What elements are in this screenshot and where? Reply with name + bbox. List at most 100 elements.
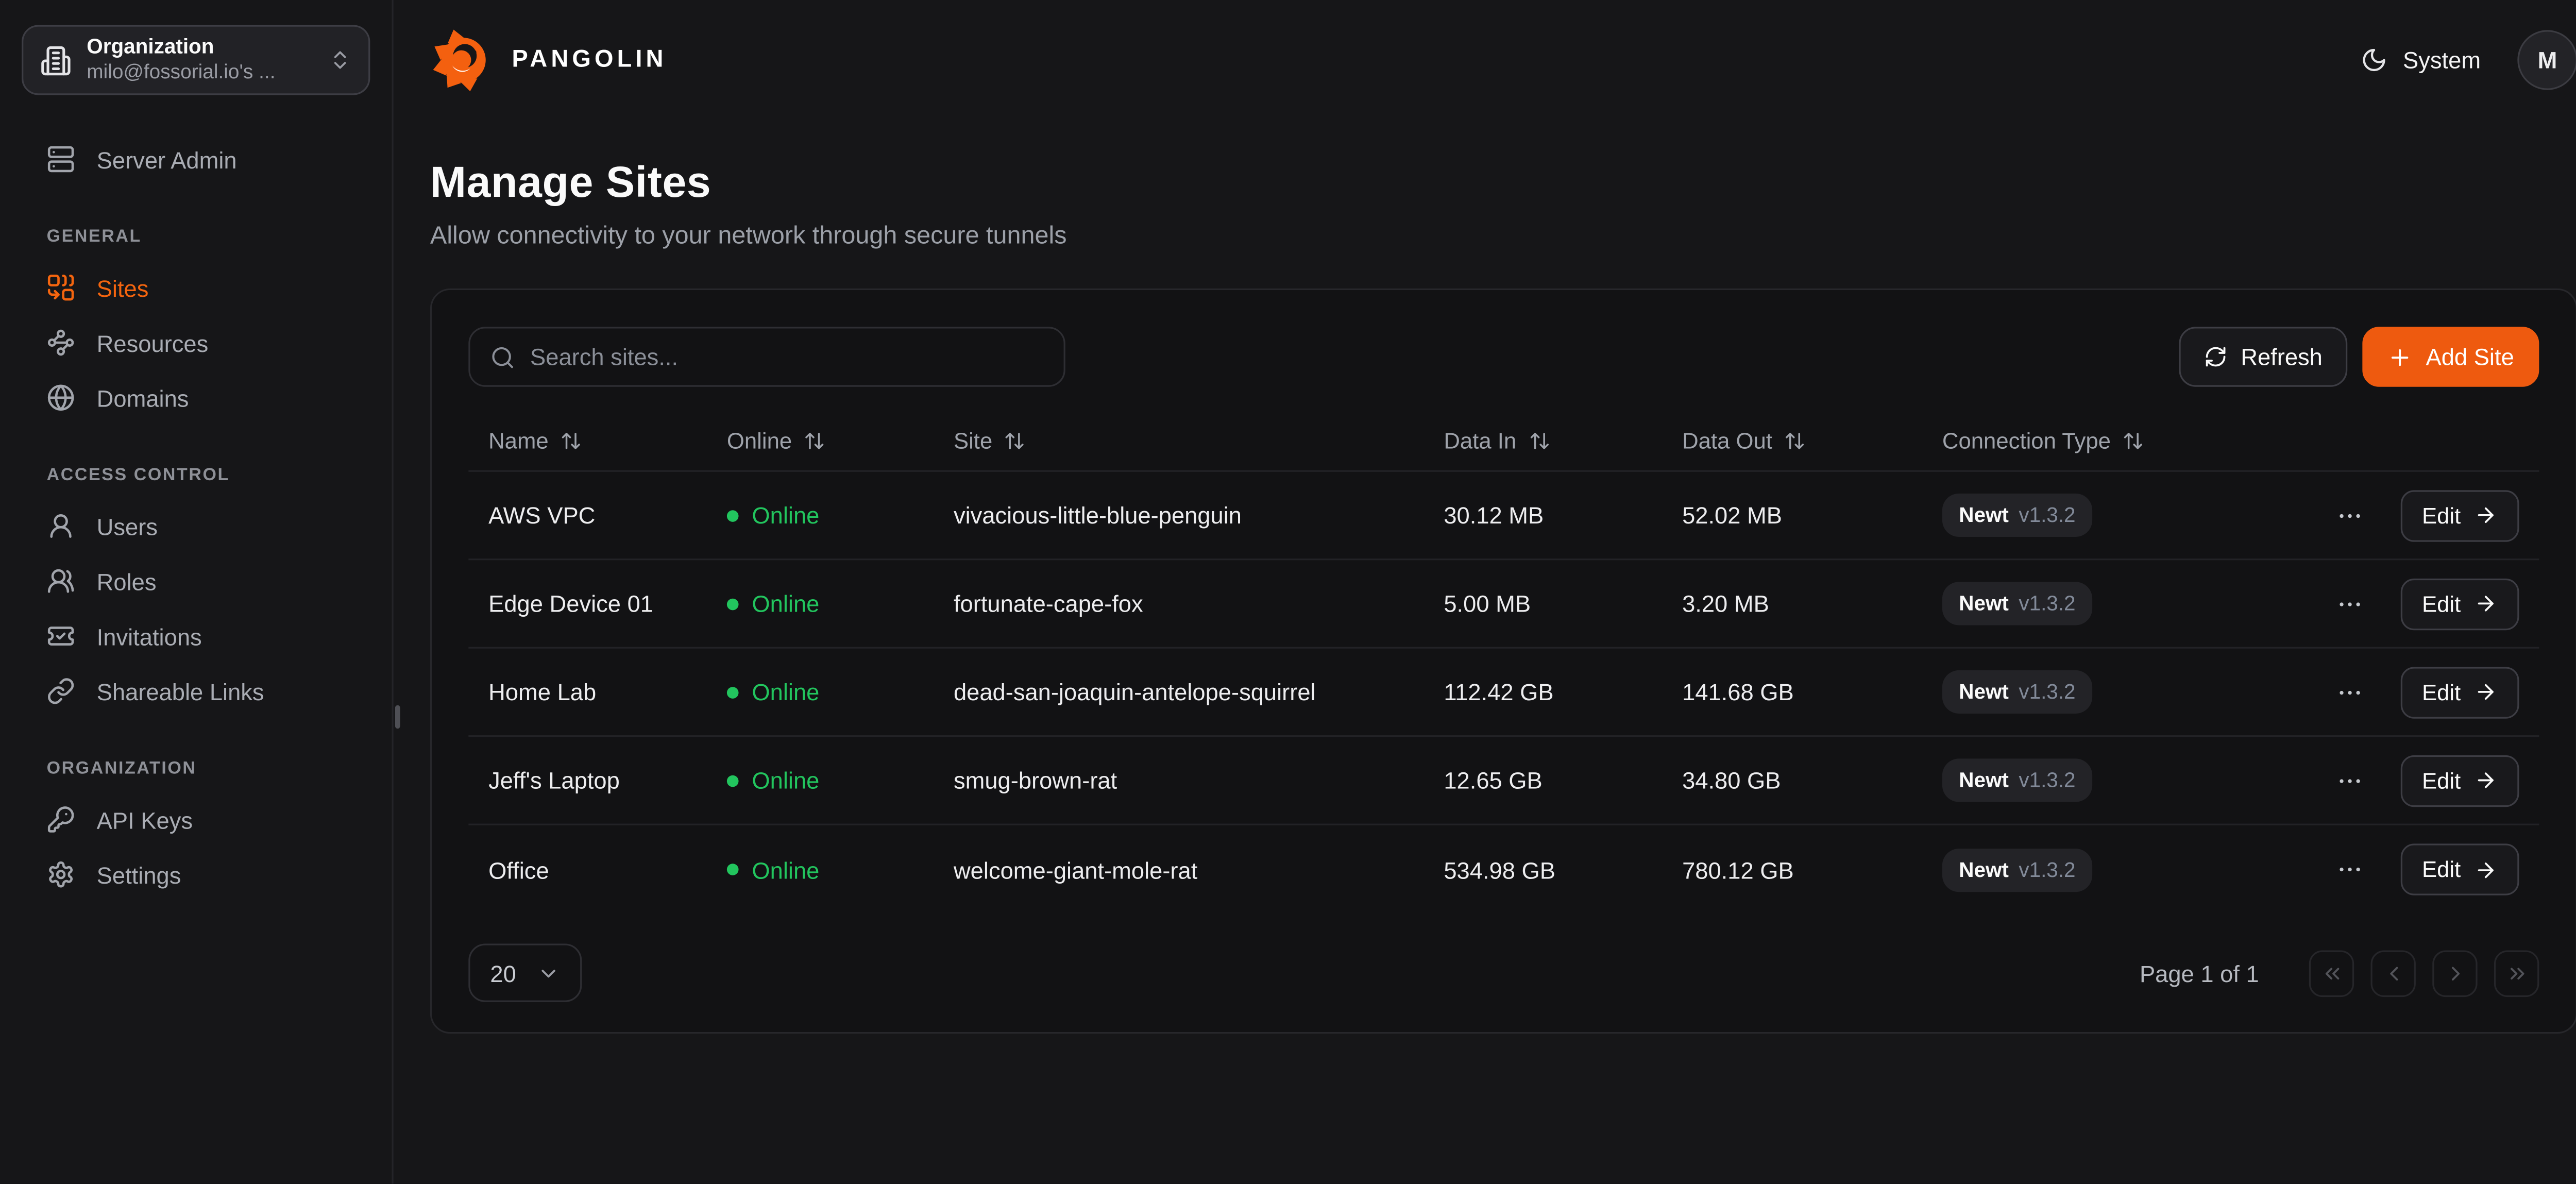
scrollbar-thumb[interactable] bbox=[395, 705, 400, 729]
app-window: Organization milo@fossorial.io's ... Ser… bbox=[0, 0, 2576, 1184]
theme-label: System bbox=[2403, 47, 2481, 74]
section-title-organization: ORGANIZATION bbox=[47, 758, 370, 779]
section-title-general: GENERAL bbox=[47, 227, 370, 247]
building-icon bbox=[40, 44, 72, 76]
row-menu-button[interactable] bbox=[2332, 586, 2367, 621]
search-icon bbox=[490, 344, 515, 369]
column-header-data-in[interactable]: Data In bbox=[1444, 428, 1682, 453]
column-header-data-out[interactable]: Data Out bbox=[1682, 428, 1942, 453]
online-status-dot bbox=[727, 686, 739, 698]
chevron-right-icon bbox=[2443, 961, 2466, 985]
refresh-button[interactable]: Refresh bbox=[2179, 327, 2348, 386]
page-size-select[interactable]: 20 bbox=[468, 944, 581, 1002]
page-content: Manage Sites Allow connectivity to your … bbox=[394, 120, 2576, 1034]
data-out-cell: 141.68 GB bbox=[1682, 679, 1942, 705]
row-menu-button[interactable] bbox=[2332, 852, 2367, 887]
ellipsis-icon bbox=[2335, 855, 2364, 884]
page-info: Page 1 of 1 bbox=[2140, 959, 2259, 986]
data-out-cell: 52.02 MB bbox=[1682, 502, 1942, 529]
sidebar-item-invitations[interactable]: Invitations bbox=[22, 608, 370, 664]
column-header-connection-type[interactable]: Connection Type bbox=[1942, 428, 2326, 453]
next-page-button[interactable] bbox=[2432, 950, 2477, 996]
arrow-right-icon bbox=[2474, 503, 2497, 527]
sidebar-item-users[interactable]: Users bbox=[22, 499, 370, 554]
connection-type-cell: Newt v1.3.2 bbox=[1942, 494, 2326, 537]
edit-button[interactable]: Edit bbox=[2400, 489, 2519, 541]
add-site-button[interactable]: Add Site bbox=[2363, 327, 2539, 386]
data-in-cell: 534.98 GB bbox=[1444, 856, 1682, 883]
status-cell: Online bbox=[727, 502, 954, 529]
arrow-right-icon bbox=[2474, 680, 2497, 703]
sidebar-item-label: Shareable Links bbox=[97, 678, 264, 704]
table-header-row: Name Online Site Data In bbox=[468, 410, 2539, 472]
connection-type-cell: Newt v1.3.2 bbox=[1942, 758, 2326, 802]
site-name-cell: AWS VPC bbox=[468, 502, 727, 529]
table-row: Office Online welcome-giant-mole-rat 534… bbox=[468, 825, 2539, 914]
edit-button[interactable]: Edit bbox=[2400, 666, 2519, 718]
user-icon bbox=[47, 512, 75, 540]
sidebar-item-sites[interactable]: Sites bbox=[22, 260, 370, 315]
column-header-site[interactable]: Site bbox=[954, 428, 1444, 453]
search-input[interactable] bbox=[530, 344, 1044, 370]
row-actions: Edit bbox=[2326, 843, 2539, 895]
first-page-button[interactable] bbox=[2309, 950, 2354, 996]
chevrons-up-down-icon bbox=[328, 48, 351, 72]
theme-toggle-button[interactable]: System bbox=[2361, 47, 2481, 74]
combine-icon bbox=[47, 274, 75, 302]
online-status-label: Online bbox=[752, 590, 819, 617]
status-cell: Online bbox=[727, 679, 954, 705]
online-status-label: Online bbox=[752, 502, 819, 529]
connection-type-badge: Newt v1.3.2 bbox=[1942, 758, 2092, 802]
brand-logo: PANGOLIN bbox=[430, 27, 667, 93]
table-toolbar: Refresh Add Site bbox=[468, 327, 2539, 386]
sidebar-item-label: API Keys bbox=[97, 806, 193, 833]
sidebar-item-settings[interactable]: Settings bbox=[22, 847, 370, 902]
sidebar-item-label: Invitations bbox=[97, 623, 202, 650]
previous-page-button[interactable] bbox=[2371, 950, 2416, 996]
sidebar-item-label: Roles bbox=[97, 568, 157, 595]
sidebar-item-api-keys[interactable]: API Keys bbox=[22, 792, 370, 847]
row-menu-button[interactable] bbox=[2332, 498, 2367, 533]
last-page-button[interactable] bbox=[2494, 950, 2539, 996]
section-title-access-control: ACCESS CONTROL bbox=[47, 465, 370, 485]
chevrons-left-icon bbox=[2320, 961, 2343, 985]
online-status-dot bbox=[727, 774, 739, 786]
sidebar-item-roles[interactable]: Roles bbox=[22, 553, 370, 608]
data-in-cell: 30.12 MB bbox=[1444, 502, 1682, 529]
sidebar-item-domains[interactable]: Domains bbox=[22, 370, 370, 425]
organization-label: Organization bbox=[87, 35, 313, 61]
table-body: AWS VPC Online vivacious-little-blue-pen… bbox=[468, 472, 2539, 914]
arrow-right-icon bbox=[2474, 769, 2497, 792]
organization-selector[interactable]: Organization milo@fossorial.io's ... bbox=[22, 25, 370, 95]
avatar[interactable]: M bbox=[2517, 30, 2576, 90]
arrow-right-icon bbox=[2474, 858, 2497, 881]
link-icon bbox=[47, 677, 75, 705]
row-menu-button[interactable] bbox=[2332, 674, 2367, 709]
online-status-dot bbox=[727, 864, 739, 875]
key-icon bbox=[47, 805, 75, 834]
moon-icon bbox=[2361, 47, 2388, 74]
sort-icon bbox=[560, 429, 582, 451]
page-title: Manage Sites bbox=[430, 157, 2576, 208]
table-row: Jeff's Laptop Online smug-brown-rat 12.6… bbox=[468, 737, 2539, 825]
edit-button[interactable]: Edit bbox=[2400, 843, 2519, 895]
edit-button[interactable]: Edit bbox=[2400, 754, 2519, 806]
page-subtitle: Allow connectivity to your network throu… bbox=[430, 222, 2576, 250]
sidebar-item-server-admin[interactable]: Server Admin bbox=[22, 132, 370, 187]
plus-icon bbox=[2387, 344, 2413, 369]
row-menu-button[interactable] bbox=[2332, 763, 2367, 798]
ellipsis-icon bbox=[2335, 501, 2364, 529]
column-header-name[interactable]: Name bbox=[468, 428, 727, 453]
sidebar-item-label: Server Admin bbox=[97, 146, 237, 173]
status-cell: Online bbox=[727, 590, 954, 617]
column-header-online[interactable]: Online bbox=[727, 428, 954, 453]
edit-button[interactable]: Edit bbox=[2400, 578, 2519, 629]
sidebar-item-resources[interactable]: Resources bbox=[22, 315, 370, 370]
main-area: PANGOLIN System M Manage Sites Allow con… bbox=[394, 0, 2576, 1184]
chevron-left-icon bbox=[2382, 961, 2405, 985]
connection-type-badge: Newt v1.3.2 bbox=[1942, 582, 2092, 625]
sort-icon bbox=[1784, 429, 1806, 451]
server-icon bbox=[47, 145, 75, 174]
ellipsis-icon bbox=[2335, 678, 2364, 706]
sidebar-item-shareable-links[interactable]: Shareable Links bbox=[22, 664, 370, 719]
